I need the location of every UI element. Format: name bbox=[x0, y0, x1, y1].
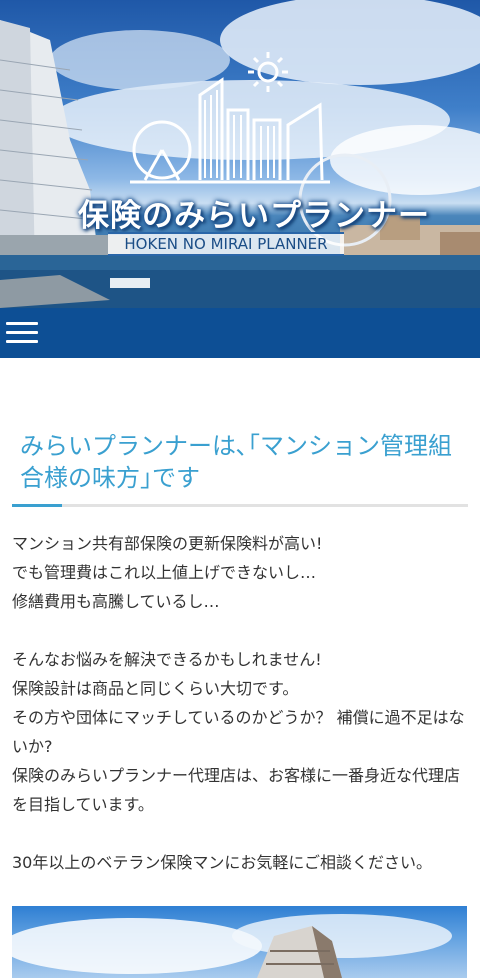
paragraph-line: でも管理費はこれ以上値上げできないし… bbox=[12, 563, 317, 582]
building-photo bbox=[12, 906, 467, 978]
logo-subtitle: HOKEN NO MIRAI PLANNER bbox=[108, 232, 344, 256]
intro-text: マンション共有部保険の更新保険料が高い! でも管理費はこれ以上値上げできないし…… bbox=[12, 529, 468, 877]
paragraph-line: 保険設計は商品と同じくらい大切です。 bbox=[12, 679, 299, 698]
paragraph-line: 修繕費用も高騰しているし… bbox=[12, 592, 220, 611]
paragraph-line: 30年以上のベテラン保険マンにお気軽にご相談ください。 bbox=[12, 853, 433, 872]
hero-banner: 保険のみらいプランナー HOKEN NO MIRAI PLANNER bbox=[0, 0, 480, 308]
paragraph-line: マンション共有部保険の更新保険料が高い! bbox=[12, 534, 323, 553]
page-heading: みらいプランナーは､｢マンション管理組合様の味方｣です bbox=[12, 430, 468, 507]
paragraph-line: そんなお悩みを解決できるかもしれません! bbox=[12, 650, 322, 669]
logo-graphic bbox=[130, 52, 330, 184]
paragraph-line: その方や団体にマッチしているのかどうか？ 補償に過不足はないか? bbox=[12, 708, 465, 756]
paragraph-line: 保険のみらいプランナー代理店は、お客様に一番身近な代理店を目指しています。 bbox=[12, 766, 461, 814]
main-content: みらいプランナーは､｢マンション管理組合様の味方｣です マンション共有部保険の更… bbox=[0, 358, 480, 877]
nav-bar bbox=[0, 308, 480, 358]
logo-title: 保険のみらいプランナー bbox=[78, 198, 430, 234]
hamburger-menu-icon[interactable] bbox=[6, 322, 38, 344]
